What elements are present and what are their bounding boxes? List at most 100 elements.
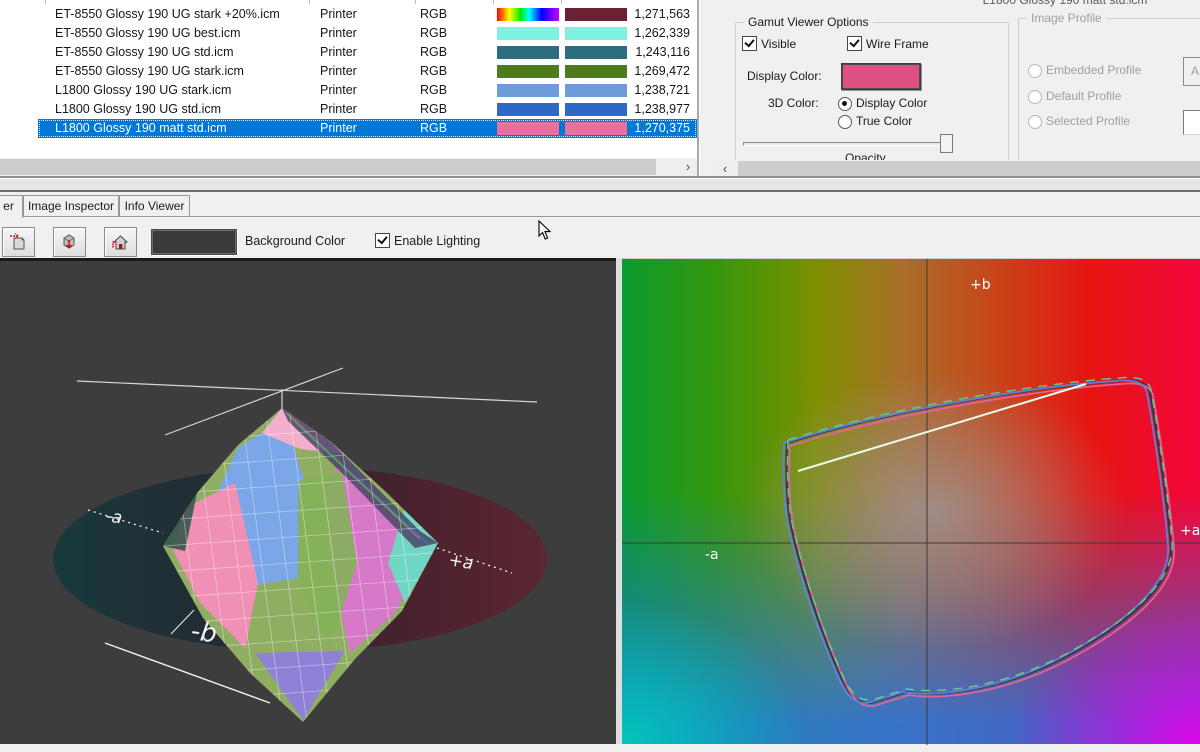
column-divider	[415, 0, 416, 4]
3d-color-label: 3D Color:	[768, 96, 819, 110]
flip-view-button[interactable]	[53, 227, 86, 257]
options-hscroll-thumb[interactable]	[738, 161, 1200, 177]
table-row[interactable]: ET-8550 Glossy 190 UG std.icm Printer RG…	[38, 43, 697, 62]
profile-name: ET-8550 Glossy 190 UG stark.icm	[55, 64, 244, 78]
gamut-2d-view[interactable]: +b -a +a	[622, 258, 1200, 744]
table-row[interactable]: ET-8550 Glossy 190 UG stark +20%.icm Pri…	[38, 5, 697, 24]
visible-checkbox[interactable]	[742, 36, 757, 51]
device-class: Printer	[320, 121, 357, 135]
device-class: Printer	[320, 64, 357, 78]
display-color-radio[interactable]	[838, 97, 852, 111]
viewer-toolbar: Background Color Enable Lighting	[0, 217, 1200, 258]
gamut-volume: 1,238,977	[634, 102, 690, 116]
gamut-volume: 1,262,339	[634, 26, 690, 40]
options-pane: L1800 Glossy 190 matt std.icm Gamut View…	[700, 0, 1200, 179]
wireframe-checkbox[interactable]	[847, 36, 862, 51]
table-row[interactable]: ET-8550 Glossy 190 UG stark.icm Printer …	[38, 62, 697, 81]
display-color-radio-label: Display Color	[856, 96, 927, 110]
enable-lighting-checkbox[interactable]	[375, 233, 390, 248]
background-color-label: Background Color	[245, 234, 345, 248]
display-color-swatch	[565, 46, 627, 59]
default-profile-radio[interactable]	[1028, 90, 1042, 104]
gamut-color-swatch	[497, 46, 559, 59]
gamut-color-swatch	[497, 103, 559, 116]
2d-axes	[622, 259, 1200, 745]
device-class: Printer	[320, 45, 357, 59]
tab-image-inspector[interactable]: Image Inspector	[23, 195, 119, 216]
tab-gamut-viewer-clipped[interactable]: er	[0, 195, 23, 218]
profile-name: L1800 Glossy 190 UG std.icm	[55, 102, 221, 116]
selected-profile-radio[interactable]	[1028, 115, 1042, 129]
device-class: Printer	[320, 7, 357, 21]
display-color-button-border[interactable]	[841, 63, 921, 90]
enable-lighting-label: Enable Lighting	[394, 234, 480, 248]
tab-info-viewer[interactable]: Info Viewer	[119, 195, 190, 216]
opacity-slider-thumb[interactable]	[940, 134, 953, 153]
column-divider	[309, 0, 310, 4]
profile-name: ET-8550 Glossy 190 UG std.icm	[55, 45, 234, 59]
gamut-color-swatch	[497, 27, 559, 40]
3d-neg-b-label: -b	[189, 616, 219, 649]
embedded-profile-radio[interactable]	[1028, 64, 1042, 78]
gamut-3d-view[interactable]: -a +a -b	[0, 258, 616, 744]
2d-pos-b-label: +b	[970, 277, 991, 293]
gamut-solid	[150, 401, 460, 731]
background-color-button-border[interactable]	[151, 229, 237, 255]
display-color-swatch	[565, 27, 627, 40]
rotate-view-button[interactable]	[2, 227, 35, 257]
color-space: RGB	[420, 83, 447, 97]
visible-label: Visible	[761, 37, 796, 51]
profile-list[interactable]: ET-8550 Glossy 190 UG stark +20%.icm Pri…	[0, 0, 697, 176]
list-hscroll-thumb[interactable]	[0, 159, 656, 175]
gamut-color-swatch	[497, 8, 559, 21]
wireframe-label: Wire Frame	[866, 37, 929, 51]
page-rotate-icon	[8, 232, 28, 252]
table-row[interactable]: L1800 Glossy 190 UG std.icm Printer RGB …	[38, 100, 697, 119]
gamut-volume: 1,243,116	[635, 45, 690, 59]
display-color-swatch	[565, 8, 627, 21]
app-window: ET-8550 Glossy 190 UG stark +20%.icm Pri…	[0, 0, 1200, 744]
column-divider	[561, 0, 562, 4]
home-icon	[110, 232, 130, 252]
default-profile-label: Default Profile	[1046, 89, 1121, 103]
list-hscroll-right-arrow[interactable]: ›	[679, 158, 697, 176]
profile-name: ET-8550 Glossy 190 UG stark +20%.icm	[55, 7, 280, 21]
color-space: RGB	[420, 64, 447, 78]
opacity-slider[interactable]	[743, 142, 952, 146]
mouse-cursor	[538, 220, 554, 242]
table-row[interactable]: L1800 Glossy 190 UG stark.icm Printer RG…	[38, 81, 697, 100]
home-view-button[interactable]	[104, 227, 137, 257]
embedded-profile-label: Embedded Profile	[1046, 63, 1141, 77]
color-space: RGB	[420, 26, 447, 40]
column-divider	[45, 0, 46, 4]
gamut-2d-scene: +b -a +a	[622, 259, 1200, 745]
tab-bar: er Image Inspector Info Viewer	[0, 192, 1200, 217]
selected-profile-label: Selected Profile	[1046, 114, 1130, 128]
viewport-area: -a +a -b	[0, 258, 1200, 744]
2d-axis-labels: +b -a +a	[705, 277, 1200, 563]
horizontal-splitter[interactable]	[0, 179, 1200, 190]
gamut-volume: 1,270,375	[634, 121, 690, 135]
display-color-swatch	[565, 103, 627, 116]
display-color-swatch	[565, 122, 627, 135]
device-class: Printer	[320, 83, 357, 97]
display-color-label: Display Color:	[747, 69, 822, 83]
3d-pos-a-label: +a	[447, 550, 475, 574]
color-space: RGB	[420, 7, 447, 21]
table-row-selected[interactable]: L1800 Glossy 190 matt std.icm Printer RG…	[38, 119, 697, 138]
image-profile-field-clipped[interactable]	[1183, 110, 1200, 135]
color-space: RGB	[420, 45, 447, 59]
table-row[interactable]: ET-8550 Glossy 190 UG best.icm Printer R…	[38, 24, 697, 43]
gamut-volume: 1,269,472	[634, 64, 690, 78]
color-space: RGB	[420, 121, 447, 135]
image-profile-button-clipped[interactable]: A	[1183, 57, 1200, 86]
2d-pos-a-label: +a	[1180, 523, 1200, 539]
device-class: Printer	[320, 102, 357, 116]
gamut-volume: 1,238,721	[634, 83, 690, 97]
list-hscrollbar[interactable]: ›	[0, 158, 697, 176]
color-space: RGB	[420, 102, 447, 116]
profile-name: L1800 Glossy 190 UG stark.icm	[55, 83, 231, 97]
true-color-radio[interactable]	[838, 115, 852, 129]
gamut-color-swatch	[497, 122, 559, 135]
gamut-color-swatch	[497, 84, 559, 97]
